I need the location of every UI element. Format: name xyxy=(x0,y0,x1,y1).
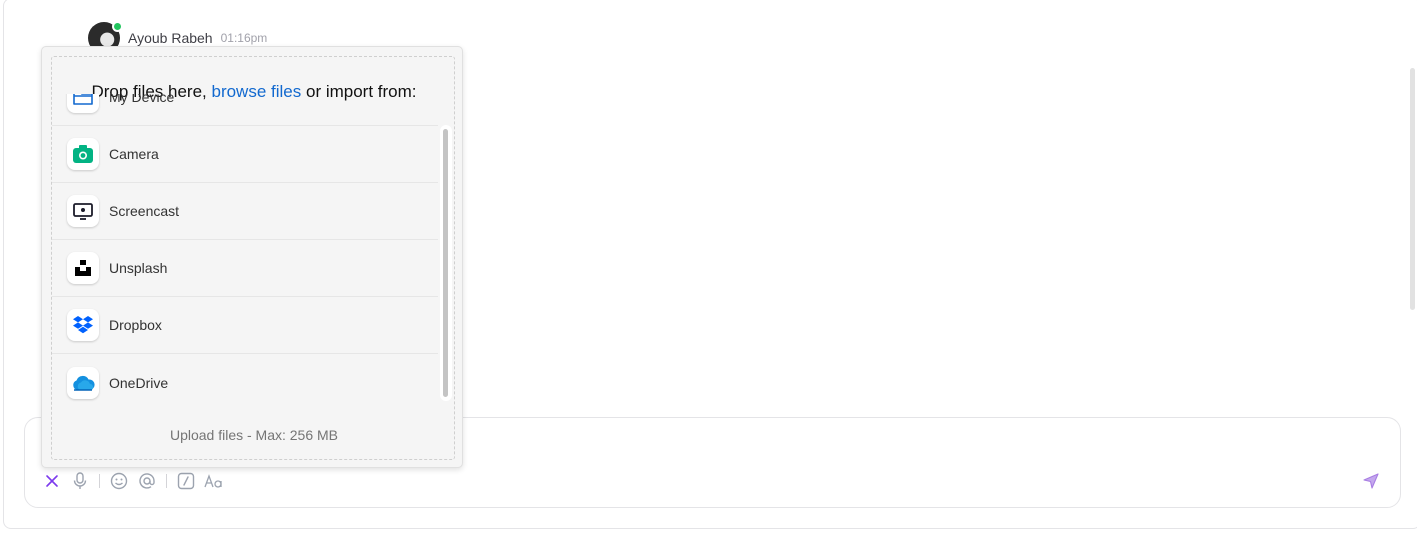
page-scrollbar[interactable] xyxy=(1410,68,1415,310)
source-list-scrollbar[interactable] xyxy=(440,125,452,401)
file-upload-dialog: Drop files here, browse files or import … xyxy=(41,46,463,468)
unsplash-icon xyxy=(67,252,99,284)
send-icon[interactable] xyxy=(1360,471,1382,491)
message-author[interactable]: Ayoub Rabeh xyxy=(128,30,213,46)
upload-limit-note: Upload files - Max: 256 MB xyxy=(169,427,339,443)
source-my-device[interactable]: My Device xyxy=(52,94,438,126)
mention-icon[interactable] xyxy=(136,471,158,491)
emoji-icon[interactable] xyxy=(108,471,130,491)
camera-icon xyxy=(67,138,99,170)
screencast-icon xyxy=(67,195,99,227)
source-label: Dropbox xyxy=(109,317,162,333)
import-source-list: My Device Camera Screencast Unsplash Dro… xyxy=(52,94,442,432)
online-status-dot xyxy=(112,21,123,32)
source-label: OneDrive xyxy=(109,374,169,391)
onedrive-icon xyxy=(67,366,99,399)
scrollbar-thumb[interactable] xyxy=(443,129,448,397)
slash-command-icon[interactable] xyxy=(175,471,197,491)
source-label: Screencast xyxy=(109,203,180,219)
source-camera[interactable]: Camera xyxy=(52,126,438,183)
chat-page: Ayoub Rabeh 01:16pm Drop files here, bro… xyxy=(0,0,1417,535)
microphone-icon[interactable] xyxy=(69,471,91,491)
source-unsplash[interactable]: Unsplash xyxy=(52,240,438,297)
close-icon[interactable] xyxy=(41,471,63,491)
toolbar-divider xyxy=(166,474,167,488)
source-dropbox[interactable]: Dropbox xyxy=(52,297,438,354)
source-label: My Device xyxy=(109,94,175,105)
text-format-icon[interactable] xyxy=(203,471,225,491)
source-label: Camera xyxy=(109,146,159,162)
source-label: Unsplash xyxy=(109,260,168,276)
file-drop-zone[interactable]: Drop files here, browse files or import … xyxy=(51,56,455,460)
toolbar-divider xyxy=(99,474,100,488)
folder-icon xyxy=(67,94,99,113)
source-screencast[interactable]: Screencast xyxy=(52,183,438,240)
composer-toolbar xyxy=(41,471,231,491)
source-onedrive[interactable]: OneDrive xyxy=(52,354,438,411)
message-timestamp: 01:16pm xyxy=(220,31,268,45)
dropbox-icon xyxy=(67,309,99,341)
